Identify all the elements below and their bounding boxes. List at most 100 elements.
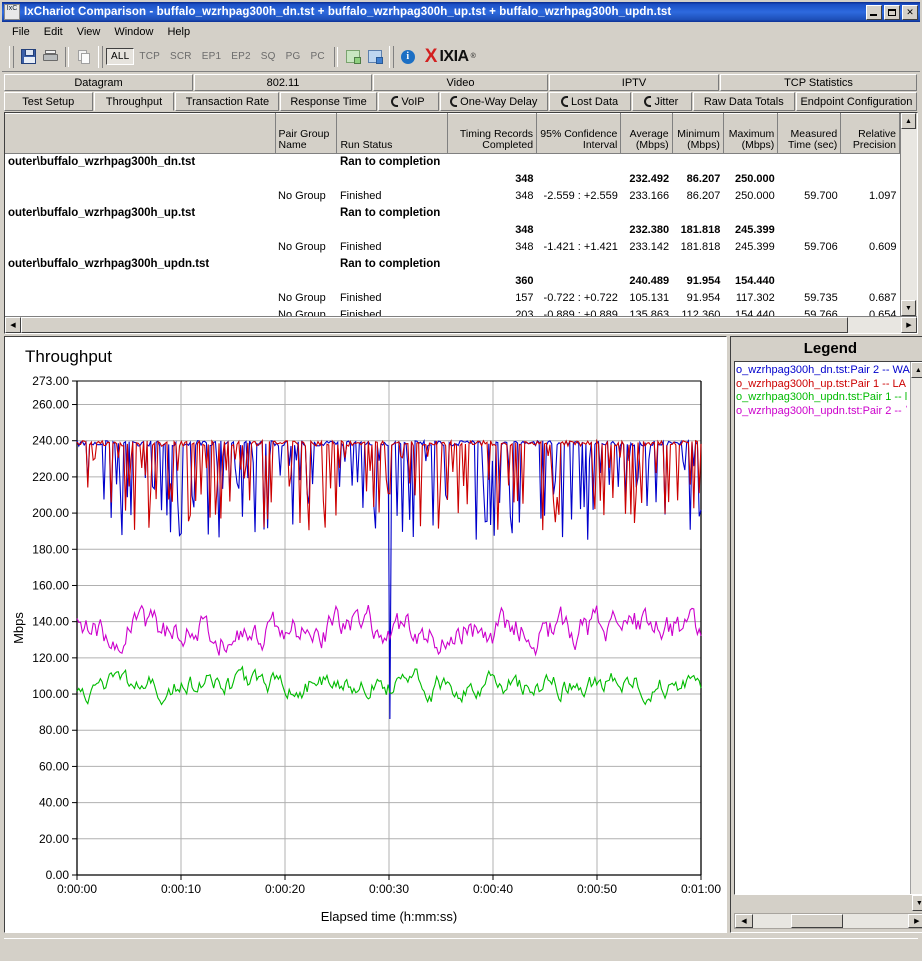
scroll-down-button[interactable]: ▼ [901, 300, 916, 316]
menu-item-edit[interactable]: Edit [37, 24, 70, 40]
col-header-pair-group-name[interactable]: Pair Group Name [275, 113, 338, 154]
toolbar-grip-3[interactable] [388, 45, 394, 68]
scroll-left-button[interactable]: ◀ [5, 317, 21, 333]
menu-item-help[interactable]: Help [160, 24, 197, 40]
cell-pair-group [275, 205, 337, 222]
table-row[interactable]: outer\buffalo_wzrhpag300h_dn.tst Ran to c… [5, 154, 900, 172]
scroll-track[interactable] [901, 129, 917, 300]
table-row[interactable]: 348 232.492 86.207 250.000 [5, 171, 900, 188]
table-row[interactable]: 348 232.380 181.818 245.399 [5, 222, 900, 239]
legend-hscroll-thumb[interactable] [791, 914, 843, 928]
cell-records: 157 [515, 292, 534, 304]
scroll-up-button[interactable]: ▲ [901, 113, 916, 129]
tab-raw-data-totals[interactable]: Raw Data Totals [692, 92, 795, 111]
table-row[interactable]: No Group Finished 157 -0.722 : +0.722 105.13… [5, 290, 900, 307]
legend-horizontal-scrollbar[interactable]: ◀ ▶ [734, 913, 922, 929]
copy-button[interactable] [73, 46, 95, 68]
cell-relative-precision [841, 222, 900, 239]
window-title: IxChariot Comparison - buffalo_wzrhpag30… [24, 6, 672, 18]
menu-item-view[interactable]: View [70, 24, 108, 40]
table-row[interactable]: outer\buffalo_wzrhpag300h_updn.tst Ran to… [5, 256, 900, 273]
col-header-confidence-interval[interactable]: 95% Confidence Interval [536, 113, 622, 154]
tab-voip[interactable]: VoIP [377, 92, 440, 111]
tab-one-way-delay[interactable]: One-Way Delay [440, 92, 549, 111]
col-header-maximum[interactable]: Maximum (Mbps) [723, 113, 779, 154]
cell-minimum: 91.954 [686, 275, 721, 287]
cell-records: 360 [515, 275, 534, 287]
table-row[interactable]: No Group Finished 203 -0.889 : +0.889 135.86… [5, 307, 900, 316]
phone-icon [561, 96, 569, 107]
tab-tcp-statistics[interactable]: TCP Statistics [720, 74, 917, 91]
menu-item-window[interactable]: Window [107, 24, 160, 40]
info-icon: i [400, 49, 415, 64]
tab-80211[interactable]: 802.11 [194, 74, 372, 91]
filter-tcp[interactable]: TCP [134, 48, 165, 65]
legend-item-2[interactable]: o_wzrhpag300h_updn.tst:Pair 1 -- l [735, 391, 910, 405]
tab-jitter[interactable]: Jitter [632, 92, 692, 111]
col-header-relative-precision[interactable]: Relative Precision [840, 113, 900, 154]
col-header-test[interactable] [5, 113, 276, 154]
table-horizontal-scrollbar[interactable]: ◀ ▶ [5, 316, 917, 333]
filter-scr[interactable]: SCR [165, 48, 197, 65]
throughput-chart[interactable]: 0.00 20.00 40.00 60.00 80.00 100.00 120.00 140.… [5, 337, 726, 932]
legend-scroll-left-button[interactable]: ◀ [735, 914, 753, 928]
col-header-minimum[interactable]: Minimum (Mbps) [672, 113, 724, 154]
edit-pair-button[interactable] [364, 46, 386, 68]
legend-vertical-scrollbar[interactable]: ▲ [909, 362, 922, 894]
filter-pc[interactable]: PC [305, 48, 329, 65]
table-row[interactable]: outer\buffalo_wzrhpag300h_up.tst Ran to c… [5, 205, 900, 222]
ixia-trademark: ® [470, 53, 476, 60]
info-button[interactable]: i [397, 46, 419, 68]
close-button[interactable]: ✕ [902, 4, 918, 20]
legend-list-box[interactable]: o_wzrhpag300h_dn.tst:Pair 2 -- WA o_wzrhp… [734, 361, 922, 895]
table-row[interactable]: No Group Finished 348 -1.421 : +1.421 233.14… [5, 239, 900, 256]
tab-lost-data[interactable]: Lost Data [549, 92, 632, 111]
cell-measured-time [778, 256, 841, 273]
menu-item-file[interactable]: File [5, 24, 37, 40]
col-header-run-status[interactable]: Run Status [336, 113, 449, 154]
print-button[interactable] [39, 46, 61, 68]
tab-datagram[interactable]: Datagram [4, 74, 193, 91]
filter-sq[interactable]: SQ [256, 48, 281, 65]
legend-scroll-track[interactable] [910, 378, 922, 894]
legend-scroll-right-button[interactable]: ▶ [907, 914, 922, 928]
tab-label: IPTV [621, 76, 647, 89]
hscroll-thumb[interactable] [21, 317, 849, 333]
save-button[interactable] [17, 46, 39, 68]
table-row[interactable]: No Group Finished 348 -2.559 : +2.559 233.16… [5, 188, 900, 205]
cell-measured-time [778, 222, 841, 239]
col-header-timing-records[interactable]: Timing Records Completed [447, 113, 538, 154]
legend-item-1[interactable]: o_wzrhpag300h_up.tst:Pair 1 -- LA [735, 378, 910, 392]
legend-scroll-up-button[interactable]: ▲ [910, 362, 922, 378]
tab-row-top: Datagram 802.11 Video IPTV TCP Statistic… [4, 74, 918, 91]
tab-iptv[interactable]: IPTV [549, 74, 719, 91]
col-header-measured-time[interactable]: Measured Time (sec) [777, 113, 842, 154]
legend-item-0[interactable]: o_wzrhpag300h_dn.tst:Pair 2 -- WA [735, 364, 910, 378]
tab-endpoint-configuration[interactable]: Endpoint Configuration [795, 92, 917, 111]
table-row[interactable]: 360 240.489 91.954 154.440 [5, 273, 900, 290]
legend-item-3[interactable]: o_wzrhpag300h_updn.tst:Pair 2 -- ˈ [735, 405, 910, 419]
y-axis-tick-label: 260.00 [32, 398, 69, 412]
hscroll-track[interactable] [21, 317, 901, 333]
tab-test-setup[interactable]: Test Setup [4, 92, 93, 111]
cell-maximum: 154.440 [735, 275, 775, 287]
add-pair-button[interactable] [342, 46, 364, 68]
toolbar-grip-2[interactable] [98, 45, 103, 68]
tab-response-time[interactable]: Response Time [280, 92, 377, 111]
legend-hscroll-track[interactable] [753, 914, 908, 928]
filter-pg[interactable]: PG [281, 48, 306, 65]
filter-all[interactable]: ALL [106, 48, 135, 65]
minimize-button[interactable] [866, 4, 882, 20]
maximize-button[interactable] [884, 4, 900, 20]
toolbar-grip[interactable] [9, 45, 14, 68]
legend-scroll-down-button[interactable]: ▼ [911, 895, 922, 911]
filter-ep2[interactable]: EP2 [226, 48, 256, 65]
tab-video[interactable]: Video [373, 74, 548, 91]
col-header-average[interactable]: Average (Mbps) [620, 113, 673, 154]
filter-ep1[interactable]: EP1 [197, 48, 227, 65]
tab-transaction-rate[interactable]: Transaction Rate [175, 92, 280, 111]
table-vertical-scrollbar[interactable]: ▲ ▼ [900, 113, 917, 316]
y-axis-tick-label: 200.00 [32, 506, 69, 520]
scroll-right-button[interactable]: ▶ [901, 317, 917, 333]
tab-throughput[interactable]: Throughput [93, 92, 175, 111]
